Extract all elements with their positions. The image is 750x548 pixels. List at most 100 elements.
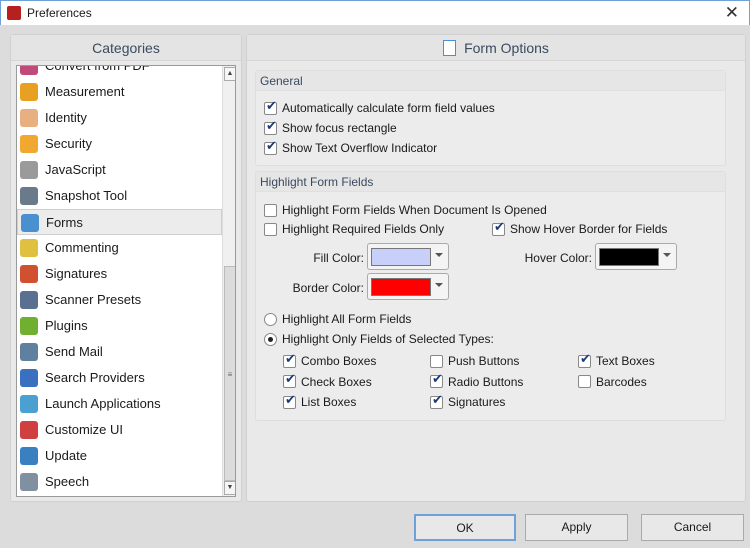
checkbox-icon [264, 98, 277, 115]
field-type-checkbox[interactable]: Check Boxes [283, 371, 372, 389]
field-type-checkbox[interactable]: List Boxes [283, 392, 357, 409]
category-item[interactable]: Send Mail [17, 339, 222, 365]
option-label: Automatically calculate form field value… [282, 101, 495, 115]
signature-icon [20, 265, 38, 283]
category-item[interactable]: Convert from PDF [17, 65, 222, 79]
option-label: Radio Buttons [448, 374, 524, 389]
category-item[interactable]: Customize UI [17, 417, 222, 443]
launch-icon [20, 395, 38, 413]
category-label: Launch Applications [45, 396, 161, 411]
option-label: Push Buttons [448, 354, 520, 368]
category-label: Update [45, 448, 87, 463]
scroll-thumb[interactable]: ≡ [224, 266, 235, 481]
field-type-checkbox[interactable]: Push Buttons [430, 354, 519, 368]
checkbox-icon [264, 222, 277, 236]
person-icon [20, 109, 38, 127]
globe-icon [20, 447, 38, 465]
highlight-when-opened-checkbox[interactable]: Highlight Form Fields When Document Is O… [264, 203, 547, 217]
ok-button[interactable]: OK [414, 514, 516, 541]
list-scrollbar[interactable]: ▲ ≡ ▼ [222, 66, 235, 496]
category-item[interactable]: Forms [17, 209, 222, 235]
hover-border-checkbox[interactable]: Show Hover Border for Fields [492, 219, 668, 236]
category-label: Send Mail [45, 344, 103, 359]
categories-title: Categories [11, 35, 241, 61]
category-item[interactable]: JavaScript [17, 157, 222, 183]
category-item[interactable]: Snapshot Tool [17, 183, 222, 209]
category-label: Speech [45, 474, 90, 489]
border-color-label: Border Color: [292, 281, 364, 295]
form-icon [443, 40, 457, 56]
categories-list: Convert from PDF Measurement Identity Secur… [16, 65, 236, 497]
checkbox-icon [283, 351, 296, 368]
shield-icon [20, 135, 38, 153]
category-item[interactable]: Speech [17, 469, 222, 495]
checkbox-icon [492, 219, 505, 236]
option-label: Barcodes [596, 374, 647, 389]
dropdown-arrow-icon [435, 283, 443, 287]
comment-icon [20, 239, 38, 257]
category-label: Measurement [45, 84, 125, 99]
form-icon [21, 214, 39, 232]
checkbox-icon [430, 392, 443, 409]
field-type-checkbox[interactable]: Combo Boxes [283, 351, 377, 368]
radio-icon [264, 312, 277, 326]
category-item[interactable]: Plugins [17, 313, 222, 339]
option-label: Combo Boxes [301, 354, 377, 368]
camera-icon [20, 187, 38, 205]
hover-color-label: Hover Color: [524, 251, 592, 265]
general-checkbox[interactable]: Show focus rectangle [264, 118, 397, 135]
cancel-button[interactable]: Cancel [641, 514, 744, 541]
close-button[interactable]: ✕ [725, 3, 739, 23]
field-type-checkbox[interactable]: Signatures [430, 392, 505, 409]
option-label: Text Boxes [596, 354, 655, 368]
category-item[interactable]: Signatures [17, 261, 222, 287]
option-label: Highlight Only Fields of Selected Types: [282, 332, 494, 346]
scroll-up-button[interactable]: ▲ [224, 67, 235, 81]
option-label: Show focus rectangle [282, 121, 397, 135]
category-label: Signatures [45, 266, 108, 281]
category-label: Security [45, 136, 92, 151]
checkbox-icon [578, 375, 591, 388]
category-item[interactable]: Commenting [17, 235, 222, 261]
category-label: Customize UI [45, 422, 124, 437]
general-checkbox[interactable]: Show Text Overflow Indicator [264, 138, 437, 155]
category-item[interactable]: Launch Applications [17, 391, 222, 417]
form-options-header: Form Options [247, 35, 745, 61]
script-gear-icon [20, 161, 38, 179]
all-fields-radio[interactable]: Highlight All Form Fields [264, 312, 411, 326]
category-label: Identity [45, 110, 87, 125]
fill-color-swatch [371, 248, 431, 266]
scroll-down-button[interactable]: ▼ [224, 481, 235, 495]
general-checkbox[interactable]: Automatically calculate form field value… [264, 98, 495, 115]
category-item[interactable]: Update [17, 443, 222, 469]
category-item[interactable]: Measurement [17, 79, 222, 105]
fill-color-picker[interactable] [367, 243, 449, 270]
dropdown-arrow-icon [435, 253, 443, 257]
border-color-picker[interactable] [367, 273, 449, 300]
required-only-checkbox[interactable]: Highlight Required Fields Only [264, 222, 444, 236]
app-icon [7, 6, 21, 20]
checkbox-icon [264, 118, 277, 135]
category-item[interactable]: Security [17, 131, 222, 157]
hover-color-swatch [599, 248, 659, 266]
option-label: Highlight Required Fields Only [282, 222, 445, 236]
option-label: Highlight Form Fields When Document Is O… [282, 203, 547, 217]
category-item[interactable]: Identity [17, 105, 222, 131]
form-options-title: Form Options [464, 40, 549, 56]
general-title: General [256, 71, 725, 91]
ruler-triangle-icon [20, 83, 38, 101]
selected-types-radio[interactable]: Highlight Only Fields of Selected Types: [264, 332, 494, 346]
category-item[interactable]: Scanner Presets [17, 287, 222, 313]
field-type-checkbox[interactable]: Text Boxes [578, 351, 655, 368]
category-item[interactable]: Search Providers [17, 365, 222, 391]
option-label: List Boxes [301, 395, 357, 409]
category-label: Convert from PDF [45, 65, 150, 73]
highlight-title: Highlight Form Fields [256, 172, 725, 192]
field-type-checkbox[interactable]: Barcodes [578, 375, 647, 389]
apply-button[interactable]: Apply [525, 514, 628, 541]
hover-color-picker[interactable] [595, 243, 677, 270]
field-type-checkbox[interactable]: Radio Buttons [430, 371, 524, 389]
category-label: Plugins [45, 318, 88, 333]
option-label: Show Hover Border for Fields [510, 222, 668, 236]
category-label: Forms [46, 215, 83, 230]
